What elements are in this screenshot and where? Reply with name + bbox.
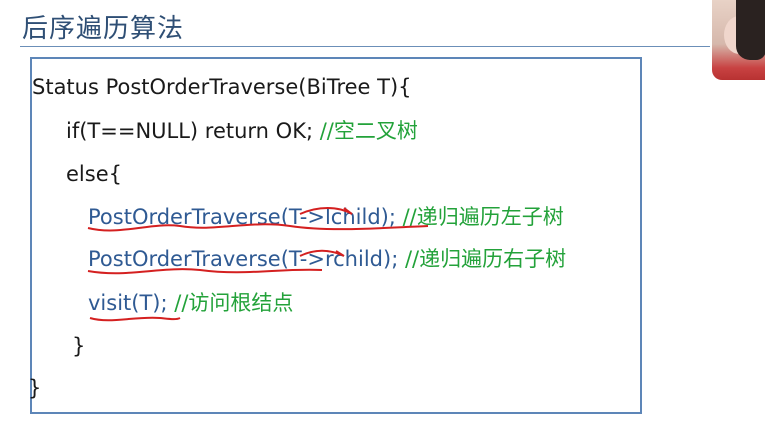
code-comment: //访问根结点 — [174, 291, 294, 315]
code-text: else{ — [66, 162, 122, 186]
code-line-7: } — [72, 333, 85, 359]
code-line-8: } — [28, 375, 41, 401]
code-text: PostOrderTraverse(T->lchild); — [88, 205, 403, 229]
code-comment: //递归遍历右子树 — [404, 247, 567, 271]
code-panel: Status PostOrderTraverse(BiTree T){ if(T… — [28, 57, 642, 414]
code-line-3: else{ — [66, 161, 122, 187]
title-divider — [20, 46, 710, 47]
code-comment: //空二叉树 — [319, 119, 418, 143]
code-line-2: if(T==NULL) return OK; //空二叉树 — [66, 118, 418, 144]
code-comment: //递归遍历左子树 — [402, 205, 564, 229]
code-line-6: visit(T); //访问根结点 — [88, 290, 293, 316]
code-line-1: Status PostOrderTraverse(BiTree T){ — [32, 74, 412, 100]
code-text: if(T==NULL) return OK; — [66, 119, 320, 143]
presenter-hair — [736, 0, 765, 60]
slide-title: 后序遍历算法 — [22, 14, 185, 44]
code-line-5: PostOrderTraverse(T->rchild); //递归遍历右子树 — [88, 246, 566, 272]
code-text: } — [28, 376, 42, 400]
code-text: PostOrderTraverse(T->rchild); — [88, 247, 405, 271]
code-line-4: PostOrderTraverse(T->lchild); //递归遍历左子树 — [88, 204, 564, 230]
code-text: Status PostOrderTraverse(BiTree T){ — [32, 75, 412, 99]
code-text: visit(T); — [88, 291, 175, 315]
presenter-video-thumbnail — [712, 0, 765, 80]
code-text: } — [72, 334, 86, 358]
